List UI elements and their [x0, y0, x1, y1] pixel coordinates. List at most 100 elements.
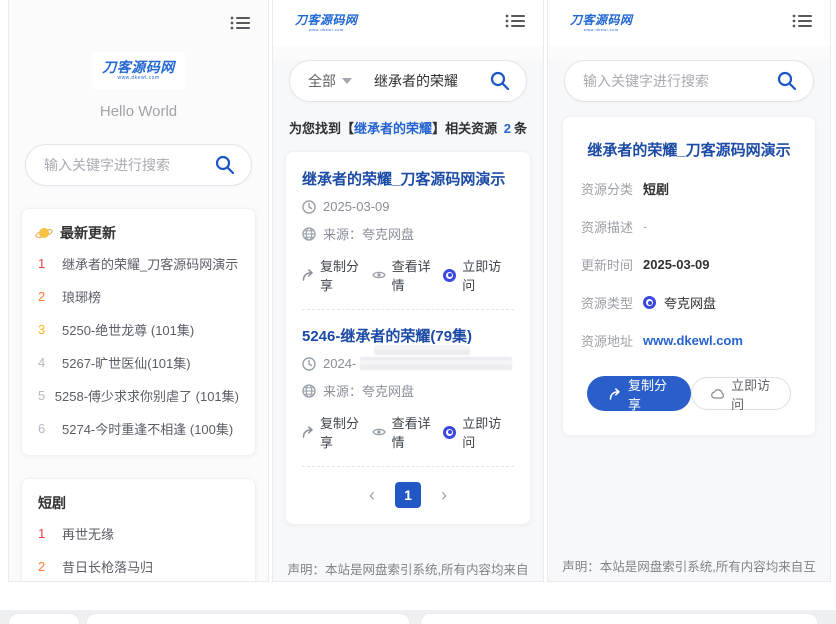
latest-updates-card: 最新更新 1 继承者的荣耀_刀客源码网演示 2 琅琊榜 3 5250-绝世龙尊 … [21, 208, 256, 456]
disk-type-label: 夸克网盘 [664, 293, 716, 312]
result-title-link[interactable]: 继承者的荣耀_刀客源码网演示 [302, 168, 514, 189]
rank-number: 2 [38, 559, 54, 574]
view-details-button[interactable]: 查看详情 [372, 256, 444, 294]
circle-dot-icon [443, 426, 456, 439]
resource-detail-card: 继承者的荣耀_刀客源码网演示 资源分类 短剧 资源描述 - 更新时间 2025-… [562, 116, 816, 436]
list-item[interactable]: 3 5250-绝世龙尊 (101集) [38, 313, 239, 346]
share-arrow-icon [302, 269, 314, 281]
resource-detail-body: 继承者的荣耀_刀客源码网演示 资源分类 短剧 资源描述 - 更新时间 2025-… [548, 60, 830, 582]
menu-icon[interactable] [230, 14, 252, 37]
planet-icon [38, 227, 50, 239]
home-search-box[interactable] [25, 144, 252, 186]
list-item-label: 5267-旷世医仙(101集) [62, 353, 191, 372]
list-item-label: 再世无缘 [62, 524, 114, 543]
disclaimer-text: 声明：本站是网盘索引系统,所有内容均来自互联网所提供的公开引用资源，未提供资源上… [273, 559, 543, 582]
menu-icon[interactable] [792, 12, 814, 35]
search-box[interactable] [564, 60, 814, 102]
result-source: 来源：夸克网盘 [323, 381, 414, 400]
result-source: 来源：夸克网盘 [323, 224, 414, 243]
list-item-label: 琅琊榜 [62, 287, 101, 306]
result-date-row: 2024- [302, 356, 514, 371]
field-value: 夸克网盘 [643, 293, 716, 312]
search-box[interactable]: 全部 [289, 60, 527, 102]
list-item[interactable]: 2 昔日长枪落马归 [38, 550, 239, 582]
field-type: 资源类型 夸克网盘 [581, 293, 797, 312]
rank-number: 5 [38, 388, 47, 403]
result-source-row: 来源：夸克网盘 [302, 381, 514, 400]
redacted-blur [374, 345, 470, 355]
visit-now-label: 立即访问 [462, 413, 514, 451]
shorts-title: 短剧 [38, 493, 66, 513]
result-date: 2024- [323, 356, 356, 371]
search-input[interactable] [583, 73, 767, 89]
partial-card [420, 613, 818, 624]
result-item: 继承者的荣耀_刀客源码网演示 2025-03-09 来源：夸克网盘 [302, 168, 514, 294]
screenshot-stage: 刀客源码网 www.dkewl.com Hello World 最新更新 1 继… [0, 0, 836, 624]
field-label: 资源类型 [581, 293, 643, 312]
logo-subtext: www.dkewl.com [570, 28, 633, 32]
latest-updates-header: 最新更新 [38, 223, 239, 243]
copy-share-button[interactable]: 复制分享 [302, 413, 372, 451]
search-icon[interactable] [490, 71, 510, 96]
globe-icon [302, 384, 316, 398]
panel-search-results: 刀客源码网 www.dkewl.com 全部 为您找到【继承者的荣耀】相关资源 [272, 0, 544, 582]
copy-share-label: 复制分享 [320, 256, 372, 294]
rank-number: 3 [38, 322, 54, 337]
site-logo[interactable]: 刀客源码网 www.dkewl.com [564, 11, 639, 35]
globe-icon [302, 227, 316, 241]
resource-url-link[interactable]: www.dkewl.com [643, 333, 743, 348]
site-logo[interactable]: 刀客源码网 www.dkewl.com [9, 52, 268, 89]
result-title-link[interactable]: 5246-继承者的荣耀(79集) [302, 325, 514, 346]
field-label: 更新时间 [581, 255, 643, 274]
greeting-text: Hello World [9, 103, 268, 120]
result-summary: 为您找到【继承者的荣耀】相关资源 2条 [273, 118, 543, 137]
summary-count: 2 [504, 121, 511, 136]
list-item[interactable]: 4 5267-旷世医仙(101集) [38, 346, 239, 379]
visit-now-label: 立即访问 [462, 256, 514, 294]
list-item[interactable]: 2 琅琊榜 [38, 280, 239, 313]
visit-now-button[interactable]: 立即访问 [691, 377, 791, 410]
category-filter-dropdown[interactable]: 全部 [308, 71, 352, 91]
summary-keyword: 继承者的荣耀 [354, 121, 432, 136]
list-item[interactable]: 1 再世无缘 [38, 517, 239, 550]
field-description: 资源描述 - [581, 217, 797, 236]
list-item[interactable]: 5 5258-傅少求求你别虐了 (101集) [38, 379, 239, 412]
list-item[interactable]: 1 继承者的荣耀_刀客源码网演示 [38, 247, 239, 280]
logo-text: 刀客源码网 [570, 14, 633, 26]
search-icon[interactable] [215, 155, 235, 180]
view-details-button[interactable]: 查看详情 [372, 413, 444, 451]
latest-updates-title: 最新更新 [60, 223, 116, 243]
next-page-button[interactable]: › [437, 486, 451, 504]
logo-subtext: www.dkewl.com [295, 28, 358, 32]
clock-icon [302, 200, 316, 214]
visit-now-button[interactable]: 立即访问 [443, 413, 514, 451]
site-logo[interactable]: 刀客源码网 www.dkewl.com [289, 11, 364, 35]
search-query-input[interactable] [374, 73, 480, 89]
chevron-down-icon [342, 78, 352, 84]
list-item-label: 继承者的荣耀_刀客源码网演示 [62, 254, 238, 273]
home-search-input[interactable] [44, 157, 205, 173]
current-page-button[interactable]: 1 [395, 482, 421, 508]
result-source-row: 来源：夸克网盘 [302, 224, 514, 243]
clock-icon [302, 357, 316, 371]
field-address: 资源地址 www.dkewl.com [581, 331, 797, 350]
eye-icon [372, 426, 386, 438]
circle-dot-icon [443, 269, 456, 282]
copy-share-button[interactable]: 复制分享 [302, 256, 372, 294]
copy-share-button[interactable]: 复制分享 [587, 376, 691, 411]
field-label: 资源分类 [581, 179, 643, 198]
list-item[interactable]: 6 5274-今时重逢不相逢 (100集) [38, 412, 239, 445]
logo-text: 刀客源码网 [102, 60, 175, 74]
top-bar: 刀客源码网 www.dkewl.com [548, 0, 830, 46]
detail-buttons: 复制分享 立即访问 [581, 376, 797, 411]
rank-number: 1 [38, 526, 54, 541]
visit-now-button[interactable]: 立即访问 [443, 256, 514, 294]
pagination: ‹ 1 › [302, 482, 514, 508]
top-bar: 刀客源码网 www.dkewl.com [273, 0, 543, 46]
summary-suffix: 条 [514, 121, 527, 136]
menu-icon[interactable] [505, 12, 527, 35]
prev-page-button[interactable]: ‹ [365, 486, 379, 504]
rank-number: 2 [38, 289, 54, 304]
search-icon[interactable] [777, 71, 797, 96]
list-item-label: 昔日长枪落马归 [62, 557, 153, 576]
